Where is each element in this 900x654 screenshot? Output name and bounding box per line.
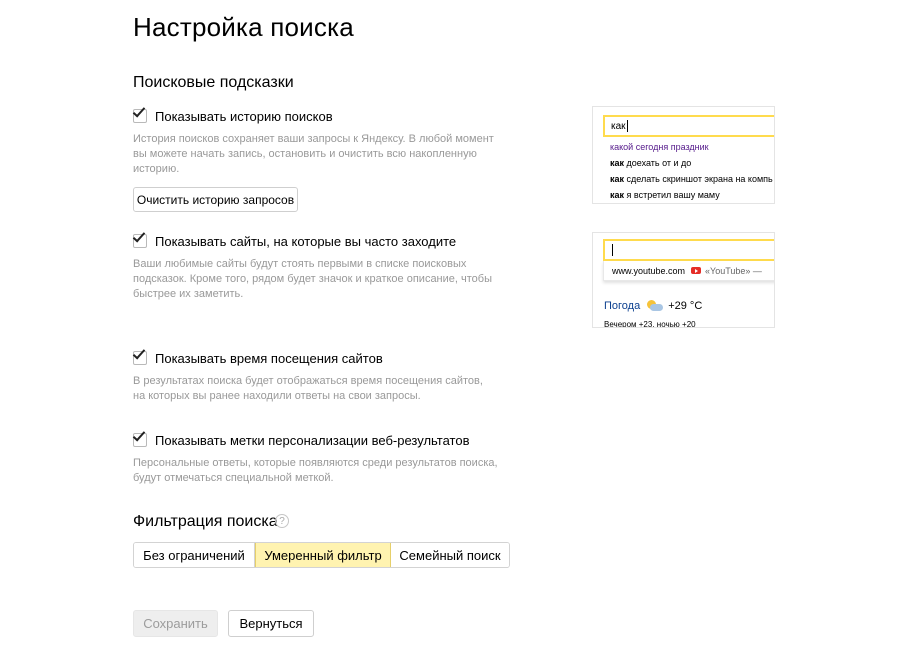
personalization-description: Персональные ответы, которые появляются … bbox=[133, 457, 498, 484]
history-checkbox[interactable] bbox=[132, 104, 147, 123]
checkmark-icon bbox=[132, 229, 146, 243]
partly-cloudy-icon bbox=[645, 300, 664, 312]
filter-option-no-limits[interactable]: Без ограничений bbox=[134, 543, 255, 567]
preview-search-input bbox=[603, 239, 774, 261]
checkmark-icon bbox=[132, 346, 146, 360]
preview-suggestion: как сделать скриншот экрана на компь bbox=[610, 174, 773, 184]
suggestion-text: доехать от и до bbox=[624, 158, 692, 168]
option-row: Показывать время посещения сайтов bbox=[132, 346, 513, 367]
filter-segmented-control: Без ограничений Умеренный фильтр Семейны… bbox=[133, 542, 510, 568]
section-title-filter: Фильтрация поиска bbox=[133, 513, 278, 530]
site-title: «YouTube» — bbox=[705, 265, 762, 276]
checkmark-icon bbox=[132, 104, 146, 118]
preview-search-input: как bbox=[603, 115, 774, 137]
preview-suggestion: какой сегодня праздник bbox=[610, 142, 709, 152]
sites-preview-image: www.youtube.com «YouTube» — Погода +29 °… bbox=[592, 232, 775, 328]
suggestion-text: я встретил вашу маму bbox=[624, 190, 720, 200]
history-preview-image: как какой сегодня праздник как доехать о… bbox=[592, 106, 775, 204]
frequent-sites-checkbox[interactable] bbox=[132, 229, 147, 248]
preview-suggestion: как я встретил вашу маму bbox=[610, 190, 720, 200]
personalization-checkbox[interactable] bbox=[132, 428, 147, 447]
filter-option-moderate[interactable]: Умеренный фильтр bbox=[255, 543, 391, 567]
weather-label: Погода bbox=[604, 300, 641, 312]
weather-temp: +29 °C bbox=[668, 300, 703, 312]
personalization-checkbox-label[interactable]: Показывать метки персонализации веб-резу… bbox=[155, 433, 470, 448]
option-row: Показывать сайты, на которые вы часто за… bbox=[132, 229, 513, 250]
help-icon[interactable]: ? bbox=[275, 514, 289, 528]
visit-time-description: В результатах поиска будет отображаться … bbox=[133, 375, 483, 402]
suggestion-bold: как bbox=[610, 158, 625, 168]
filter-option-family[interactable]: Семейный поиск bbox=[391, 543, 509, 567]
section-title-suggestions: Поисковые подсказки bbox=[133, 74, 294, 91]
option-frequent-sites: Показывать сайты, на которые вы часто за… bbox=[132, 229, 513, 302]
visit-time-checkbox[interactable] bbox=[132, 346, 147, 365]
save-button[interactable]: Сохранить bbox=[133, 610, 218, 637]
visit-time-checkbox-label[interactable]: Показывать время посещения сайтов bbox=[155, 351, 383, 366]
preview-site-suggestion: www.youtube.com «YouTube» — bbox=[603, 261, 774, 281]
option-row: Показывать метки персонализации веб-резу… bbox=[132, 428, 513, 449]
history-checkbox-label[interactable]: Показывать историю поисков bbox=[155, 109, 333, 124]
preview-weather: Погода +29 °C bbox=[604, 300, 702, 312]
clear-history-button[interactable]: Очистить историю запросов bbox=[133, 187, 298, 212]
text-caret-icon bbox=[626, 120, 628, 132]
frequent-sites-description: Ваши любимые сайты будут стоять первыми … bbox=[133, 258, 492, 300]
preview-query-text: как bbox=[611, 120, 626, 132]
site-url: www.youtube.com bbox=[612, 265, 686, 276]
history-description: История поисков сохраняет ваши запросы к… bbox=[133, 133, 494, 175]
suggestion-bold: как bbox=[610, 190, 625, 200]
page-title: Настройка поиска bbox=[133, 12, 354, 42]
checkmark-icon bbox=[132, 428, 146, 442]
option-row: Показывать историю поисков bbox=[132, 104, 513, 125]
preview-suggestion: как доехать от и до bbox=[610, 158, 691, 168]
option-search-history: Показывать историю поисков История поиск… bbox=[132, 104, 513, 177]
weather-forecast: Вечером +23, ночью +20 bbox=[604, 320, 696, 328]
frequent-sites-checkbox-label[interactable]: Показывать сайты, на которые вы часто за… bbox=[155, 234, 456, 249]
suggestion-text: сделать скриншот экрана на компь bbox=[624, 174, 773, 184]
back-button[interactable]: Вернуться bbox=[228, 610, 314, 637]
text-caret-icon bbox=[612, 244, 613, 256]
suggestion-bold: как bbox=[610, 174, 625, 184]
option-personalization-marks: Показывать метки персонализации веб-резу… bbox=[132, 428, 513, 486]
youtube-icon bbox=[691, 267, 702, 274]
option-visit-time: Показывать время посещения сайтов В резу… bbox=[132, 346, 513, 404]
suggestion-text: какой сегодня праздник bbox=[610, 142, 709, 152]
